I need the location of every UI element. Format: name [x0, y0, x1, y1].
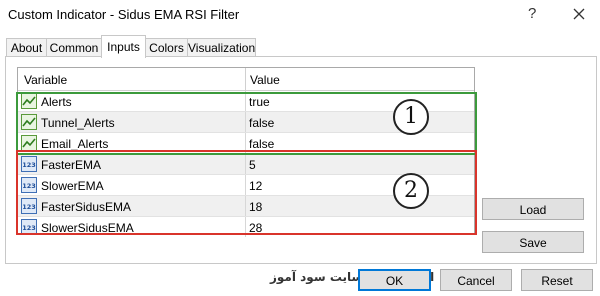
- variable-name: FasterEMA: [41, 158, 102, 172]
- int-123-icon: 123: [21, 219, 37, 235]
- grid-row-slower-sidus-ema[interactable]: 123 SlowerSidusEMA 28: [18, 217, 474, 237]
- save-button[interactable]: Save: [482, 231, 584, 253]
- svg-text:123: 123: [22, 161, 36, 169]
- cell-divider: [245, 175, 246, 195]
- grid-row-email-alerts[interactable]: Email_Alerts false: [18, 133, 474, 154]
- cancel-button[interactable]: Cancel: [440, 269, 512, 291]
- bool-chart-icon: [21, 114, 37, 130]
- column-header-value[interactable]: Value: [250, 73, 280, 87]
- variable-name: FasterSidusEMA: [41, 200, 132, 214]
- tab-colors[interactable]: Colors: [145, 38, 188, 57]
- grid-row-faster-ema[interactable]: 123 FasterEMA 5: [18, 154, 474, 175]
- variable-value[interactable]: 18: [249, 200, 262, 214]
- column-divider[interactable]: [245, 68, 246, 90]
- close-icon[interactable]: [568, 3, 590, 25]
- grid-header: Variable Value: [18, 68, 474, 91]
- bool-chart-icon: [21, 135, 37, 151]
- cell-divider: [245, 91, 246, 111]
- load-button[interactable]: Load: [482, 198, 584, 220]
- tab-about[interactable]: About: [6, 38, 47, 57]
- tab-strip: About Common Inputs Colors Visualization: [0, 30, 600, 58]
- callout-2: 2: [393, 173, 429, 209]
- variable-name: SlowerSidusEMA: [41, 221, 134, 235]
- svg-text:123: 123: [22, 224, 36, 232]
- tab-common[interactable]: Common: [46, 38, 102, 57]
- bool-chart-icon: [21, 93, 37, 109]
- cell-divider: [245, 217, 246, 237]
- variable-name: Alerts: [41, 95, 72, 109]
- callout-1: 1: [393, 99, 429, 135]
- help-button[interactable]: ?: [528, 5, 536, 22]
- ok-button[interactable]: OK: [358, 269, 431, 291]
- variable-value[interactable]: false: [249, 137, 274, 151]
- int-123-icon: 123: [21, 156, 37, 172]
- window-title: Custom Indicator - Sidus EMA RSI Filter: [8, 7, 240, 22]
- cell-divider: [245, 133, 246, 153]
- cell-divider: [245, 196, 246, 216]
- int-123-icon: 123: [21, 198, 37, 214]
- title-bar: Custom Indicator - Sidus EMA RSI Filter …: [0, 0, 600, 30]
- variable-value[interactable]: false: [249, 116, 274, 130]
- variable-name: Email_Alerts: [41, 137, 109, 151]
- reset-button[interactable]: Reset: [521, 269, 593, 291]
- variable-name: SlowerEMA: [41, 179, 104, 193]
- tab-inputs[interactable]: Inputs: [101, 35, 146, 58]
- variable-value[interactable]: 5: [249, 158, 256, 172]
- inputs-grid: Variable Value Alerts true Tunnel_Alerts…: [17, 67, 475, 237]
- cell-divider: [245, 154, 246, 174]
- tab-visualization[interactable]: Visualization: [187, 38, 256, 57]
- variable-value[interactable]: true: [249, 95, 270, 109]
- svg-text:123: 123: [22, 203, 36, 211]
- variable-value[interactable]: 28: [249, 221, 262, 235]
- variable-value[interactable]: 12: [249, 179, 262, 193]
- cell-divider: [245, 112, 246, 132]
- svg-text:123: 123: [22, 182, 36, 190]
- int-123-icon: 123: [21, 177, 37, 193]
- column-header-variable[interactable]: Variable: [24, 73, 67, 87]
- variable-name: Tunnel_Alerts: [41, 116, 115, 130]
